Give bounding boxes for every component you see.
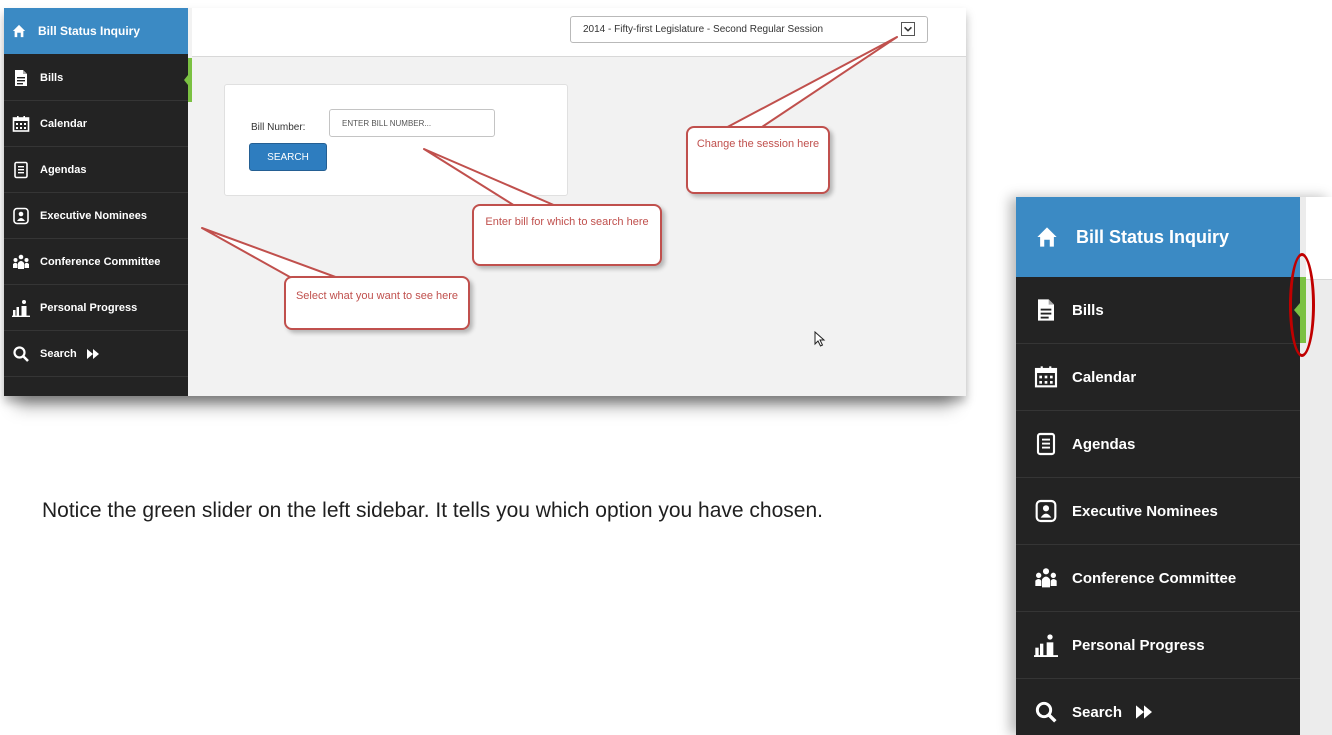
callout-text: Change the session here: [696, 138, 820, 150]
sidebar-item-search[interactable]: Search: [1016, 679, 1300, 735]
committee-icon: [1035, 568, 1057, 588]
home-icon: [1037, 227, 1057, 247]
callout-select-option: Select what you want to see here: [284, 276, 470, 330]
sidebar: Bill Status Inquiry Bills Calendar Agend…: [1016, 197, 1300, 735]
fast-forward-icon[interactable]: [1136, 704, 1153, 720]
sidebar-item-conference-committee[interactable]: Conference Committee: [1016, 545, 1300, 612]
search-icon: [1035, 701, 1057, 723]
sidebar-header-home[interactable]: Bill Status Inquiry: [1016, 197, 1300, 277]
app-title: Bill Status Inquiry: [1076, 226, 1230, 247]
document-icon: [1038, 299, 1054, 321]
sidebar-item-bills[interactable]: Bills: [1016, 277, 1300, 344]
nominees-icon: [1035, 499, 1057, 523]
sidebar-item-label: Personal Progress: [1072, 636, 1205, 654]
sidebar-item-personal-progress[interactable]: Personal Progress: [1016, 612, 1300, 679]
sidebar-item-label: Bills: [1072, 301, 1104, 319]
app-screenshot-sidebar-zoom: Bill Status Inquiry Bills Calendar Agend…: [1016, 197, 1332, 735]
calendar-icon: [1034, 366, 1058, 388]
sidebar-item-agendas[interactable]: Agendas: [1016, 411, 1300, 478]
callout-change-session: Change the session here: [686, 126, 830, 194]
sidebar-item-label: Executive Nominees: [1072, 502, 1218, 520]
sidebar-item-executive-nominees[interactable]: Executive Nominees: [1016, 478, 1300, 545]
callout-text: Enter bill for which to search here: [485, 216, 649, 228]
instruction-note: Notice the green slider on the left side…: [42, 499, 823, 522]
callout-text: Select what you want to see here: [295, 290, 459, 302]
sidebar-item-label: Search: [1072, 703, 1123, 721]
sidebar-item-label: Calendar: [1072, 368, 1137, 386]
mouse-cursor-icon: [814, 331, 826, 347]
sidebar-item-label: Agendas: [1072, 435, 1136, 453]
highlight-oval: [1289, 253, 1315, 357]
callout-enter-bill: Enter bill for which to search here: [472, 204, 662, 266]
sidebar-item-calendar[interactable]: Calendar: [1016, 344, 1300, 411]
app-screenshot-main: Bill Status Inquiry Bills Calendar Agend…: [4, 8, 966, 396]
sidebar-item-label: Conference Committee: [1072, 569, 1237, 587]
agenda-icon: [1036, 432, 1056, 456]
progress-icon: [1034, 634, 1058, 657]
